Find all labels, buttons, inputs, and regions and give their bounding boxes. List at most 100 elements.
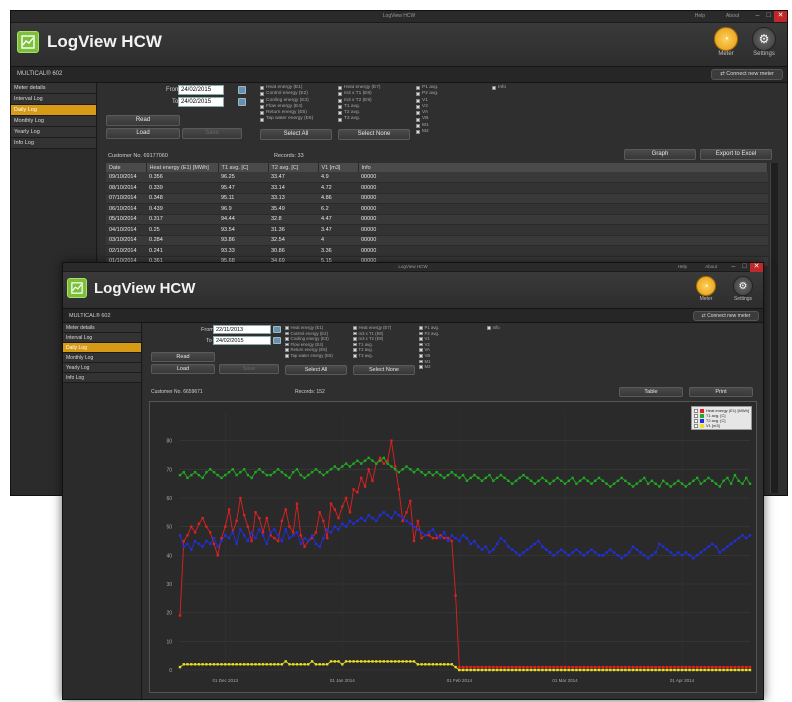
table-row[interactable]: 07/10/2014 0.348 95.11 33.13 4.86 00000 bbox=[106, 193, 768, 204]
col-header-heat-energy[interactable]: Heat energy (E1) [MWh] bbox=[146, 163, 219, 172]
export-excel-button[interactable]: Export to Excel bbox=[700, 149, 772, 160]
checkbox[interactable] bbox=[416, 105, 420, 110]
checkbox[interactable] bbox=[353, 331, 357, 336]
sidebar-item-interval-log[interactable]: Interval Log bbox=[11, 94, 96, 105]
legend-checkbox[interactable] bbox=[693, 418, 698, 423]
load-button[interactable]: Load bbox=[151, 364, 215, 374]
table-row[interactable]: 08/10/2014 0.339 95.47 33.14 4.72 00000 bbox=[106, 182, 768, 194]
sidebar-item-monthly-log[interactable]: Monthly Log bbox=[63, 353, 141, 363]
maximize-button[interactable]: □ bbox=[763, 11, 774, 22]
checkbox[interactable] bbox=[338, 98, 342, 103]
connect-meter-button[interactable]: ⇄ Connect new meter bbox=[693, 311, 759, 321]
select-all-button[interactable]: Select All bbox=[260, 129, 332, 140]
checkbox[interactable] bbox=[353, 326, 357, 330]
calendar-icon[interactable] bbox=[238, 98, 246, 106]
read-button[interactable]: Read bbox=[151, 352, 215, 362]
checkbox[interactable] bbox=[285, 354, 289, 358]
sidebar-item-yearly-log[interactable]: Yearly Log bbox=[11, 127, 96, 138]
to-date-input[interactable]: 24/02/2015 bbox=[213, 336, 271, 345]
check-tap-water-energy-e6[interactable]: Tap water energy (E6) bbox=[285, 353, 333, 359]
checkbox[interactable] bbox=[285, 326, 289, 330]
checkbox[interactable] bbox=[416, 123, 420, 128]
checkbox[interactable] bbox=[419, 337, 423, 341]
select-none-button[interactable]: Select None bbox=[353, 365, 415, 375]
checkbox[interactable] bbox=[353, 342, 357, 347]
checkbox[interactable] bbox=[338, 92, 342, 97]
checkbox[interactable] bbox=[416, 111, 420, 116]
check-info[interactable]: Info bbox=[492, 85, 506, 91]
save-button[interactable]: Save bbox=[219, 364, 279, 374]
checkbox[interactable] bbox=[285, 342, 289, 347]
checkbox[interactable] bbox=[416, 98, 420, 103]
select-all-button[interactable]: Select All bbox=[285, 365, 347, 375]
from-date-input[interactable]: 22/11/2013 bbox=[213, 325, 271, 334]
checkbox[interactable] bbox=[419, 342, 423, 347]
sidebar-item-yearly-log[interactable]: Yearly Log bbox=[63, 363, 141, 373]
checkbox[interactable] bbox=[487, 326, 491, 330]
meter-button[interactable]: ◔ Meter bbox=[711, 27, 741, 57]
calendar-icon[interactable] bbox=[273, 337, 281, 344]
checkbox[interactable] bbox=[260, 86, 264, 91]
settings-button[interactable]: ⚙ Settings bbox=[747, 27, 781, 57]
checkbox[interactable] bbox=[492, 86, 496, 91]
checkbox[interactable] bbox=[353, 354, 357, 358]
about-link[interactable]: About bbox=[705, 264, 717, 269]
table-row[interactable]: 06/10/2014 0.439 96.9 35.49 6.2 00000 bbox=[106, 203, 768, 215]
check-tap-water-energy-e6[interactable]: Tap water energy (E6) bbox=[260, 116, 313, 122]
maximize-button[interactable]: □ bbox=[739, 263, 750, 272]
checkbox[interactable] bbox=[416, 86, 420, 91]
table-scrollbar[interactable] bbox=[770, 163, 778, 493]
checkbox[interactable] bbox=[416, 92, 420, 97]
col-header-t1-avg[interactable]: T1 avg. [C] bbox=[218, 163, 269, 172]
checkbox[interactable] bbox=[419, 365, 423, 369]
about-link[interactable]: About bbox=[726, 13, 739, 19]
check-t3-avg[interactable]: T3 avg. bbox=[338, 116, 381, 122]
sidebar-item-meter-details[interactable]: Meter details bbox=[11, 83, 96, 94]
checkbox[interactable] bbox=[353, 337, 357, 341]
checkbox[interactable] bbox=[338, 111, 342, 116]
save-button[interactable]: Save bbox=[182, 128, 242, 139]
sidebar-item-monthly-log[interactable]: Monthly Log bbox=[11, 116, 96, 127]
checkbox[interactable] bbox=[338, 117, 342, 122]
meter-button[interactable]: ◔ Meter bbox=[693, 276, 719, 302]
checkbox[interactable] bbox=[419, 348, 423, 352]
table-button[interactable]: Table bbox=[619, 387, 683, 397]
checkbox[interactable] bbox=[419, 359, 423, 364]
settings-button[interactable]: ⚙ Settings bbox=[727, 276, 759, 302]
legend-checkbox[interactable] bbox=[693, 408, 698, 413]
checkbox[interactable] bbox=[338, 86, 342, 91]
checkbox[interactable] bbox=[260, 92, 264, 97]
check-t3-avg[interactable]: T3 avg. bbox=[353, 353, 391, 359]
checkbox[interactable] bbox=[416, 130, 420, 135]
table-row[interactable]: 09/10/2014 0.356 96.25 33.47 4.9 00000 bbox=[106, 172, 768, 183]
sidebar-item-meter-details[interactable]: Meter details bbox=[63, 323, 141, 333]
checkbox[interactable] bbox=[353, 348, 357, 352]
close-button[interactable]: ✕ bbox=[750, 263, 763, 272]
col-header-t2-avg[interactable]: T2 avg. [C] bbox=[268, 163, 319, 172]
calendar-icon[interactable] bbox=[273, 326, 281, 333]
help-link[interactable]: Help bbox=[695, 13, 705, 19]
sidebar-item-daily-log[interactable]: Daily Log bbox=[11, 105, 96, 116]
read-button[interactable]: Read bbox=[106, 115, 180, 126]
checkbox[interactable] bbox=[419, 326, 423, 330]
checkbox[interactable] bbox=[419, 354, 423, 358]
checkbox[interactable] bbox=[416, 117, 420, 122]
table-row[interactable]: 02/10/2014 0.241 93.33 30.86 3.36 00000 bbox=[106, 245, 768, 257]
calendar-icon[interactable] bbox=[238, 86, 246, 94]
checkbox[interactable] bbox=[260, 98, 264, 103]
checkbox[interactable] bbox=[260, 105, 264, 110]
table-row[interactable]: 04/10/2014 0.25 93.54 31.36 3.47 00000 bbox=[106, 224, 768, 236]
connect-meter-button[interactable]: ⇄ Connect new meter bbox=[711, 69, 783, 80]
checkbox[interactable] bbox=[338, 105, 342, 110]
minimize-button[interactable]: – bbox=[752, 11, 763, 22]
legend-checkbox[interactable] bbox=[693, 413, 698, 418]
table-row[interactable]: 05/10/2014 0.317 94.44 32.8 4.47 00000 bbox=[106, 214, 768, 225]
to-date-input[interactable]: 24/02/2015 bbox=[178, 97, 224, 107]
check-m2[interactable]: M2 bbox=[416, 129, 438, 135]
legend-item-v1[interactable]: V1 [m3] bbox=[693, 423, 749, 428]
sidebar-item-interval-log[interactable]: Interval Log bbox=[63, 333, 141, 343]
check-info[interactable]: Info bbox=[487, 325, 500, 331]
col-header-v1[interactable]: V1 [m3] bbox=[318, 163, 359, 172]
print-button[interactable]: Print bbox=[689, 387, 753, 397]
minimize-button[interactable]: – bbox=[728, 263, 739, 272]
